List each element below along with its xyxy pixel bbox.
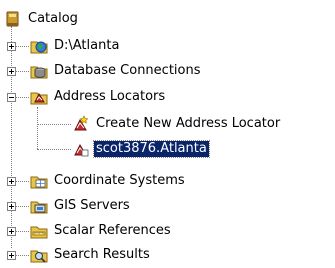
tree-item-database-connections[interactable]: Database Connections: [30, 59, 203, 83]
tree-item-gis-servers[interactable]: GIS Servers: [30, 194, 132, 218]
expand-toggle-database-connections[interactable]: [7, 67, 16, 76]
collapse-toggle-address-locators[interactable]: [7, 93, 16, 102]
scalar-references-icon: [30, 222, 48, 240]
search-results-icon: [30, 246, 48, 264]
tree-item-label: Scalar References: [54, 223, 171, 238]
expand-toggle-d-atlanta[interactable]: [7, 42, 16, 51]
tree-item-create-new-address-locator[interactable]: Create New Address Locator: [72, 112, 282, 136]
tree-item-label: D:\Atlanta: [54, 38, 120, 53]
tree-line: [11, 26, 13, 248]
tree-item-label: GIS Servers: [54, 198, 130, 213]
tree-item-label: Database Connections: [54, 63, 201, 78]
tree-item-label: scot3876.Atlanta: [93, 140, 210, 158]
create-address-locator-icon: [72, 115, 90, 133]
database-connections-icon: [30, 62, 48, 80]
tree-item-scot3876-atlanta[interactable]: scot3876.Atlanta: [72, 137, 210, 161]
expand-toggle-coordinate-systems[interactable]: [7, 177, 16, 186]
catalog-icon: [4, 10, 22, 28]
expand-toggle-search-results[interactable]: [7, 251, 16, 260]
tree-item-label: Create New Address Locator: [96, 116, 281, 131]
tree-line: [37, 149, 71, 151]
tree-item-label: Search Results: [54, 247, 150, 262]
expand-toggle-gis-servers[interactable]: [7, 202, 16, 211]
tree-item-scalar-references[interactable]: Scalar References: [30, 219, 173, 243]
address-locators-icon: [30, 88, 48, 106]
tree-item-label: Coordinate Systems: [54, 173, 185, 188]
tree-item-coordinate-systems[interactable]: Coordinate Systems: [30, 169, 187, 193]
tree-item-label: Address Locators: [54, 89, 166, 104]
tree-item-search-results[interactable]: Search Results: [30, 243, 152, 267]
tree-item-d-atlanta[interactable]: D:\Atlanta: [30, 34, 121, 58]
tree-root-label: Catalog: [28, 11, 78, 26]
address-locator-icon: [72, 140, 90, 158]
expand-toggle-scalar-references[interactable]: [7, 227, 16, 236]
folder-globe-icon: [30, 37, 48, 55]
tree-line: [37, 124, 71, 126]
gis-servers-icon: [30, 197, 48, 215]
tree-item-address-locators[interactable]: Address Locators: [30, 85, 167, 109]
catalog-tree: Catalog D:\Atlanta Database Connections: [0, 0, 335, 266]
tree-line: [37, 107, 39, 149]
tree-root-catalog[interactable]: Catalog: [4, 7, 80, 31]
coordinate-systems-icon: [30, 172, 48, 190]
